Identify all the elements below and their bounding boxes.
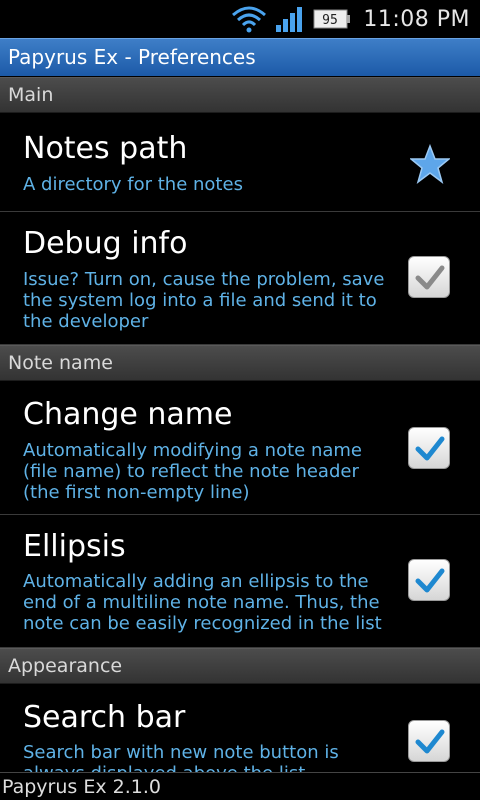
status-bar: 95 11:08 PM bbox=[0, 0, 480, 38]
pref-title: Search bar bbox=[23, 700, 186, 735]
status-icons: 95 11:08 PM bbox=[231, 0, 470, 38]
title-bar: Papyrus Ex - Preferences bbox=[0, 38, 480, 76]
section-header-note-name: Note name bbox=[0, 345, 480, 381]
pref-title: Notes path bbox=[23, 131, 188, 166]
checkmark-icon bbox=[415, 568, 445, 593]
change-name-checkbox[interactable] bbox=[408, 427, 450, 469]
pref-summary: A directory for the notes bbox=[23, 174, 243, 195]
section-header-label: Appearance bbox=[8, 655, 123, 677]
ellipsis-checkbox[interactable] bbox=[408, 559, 450, 601]
pref-summary: Issue? Turn on, cause the problem, save … bbox=[23, 269, 385, 332]
section-header-main: Main bbox=[0, 77, 480, 113]
footer-bar: Papyrus Ex 2.1.0 bbox=[0, 772, 480, 800]
star-icon[interactable] bbox=[410, 144, 450, 184]
section-header-label: Note name bbox=[8, 352, 113, 374]
section-header-label: Main bbox=[8, 84, 54, 106]
section-header-appearance: Appearance bbox=[0, 648, 480, 684]
pref-search-bar[interactable]: Search bar Search bar with new note butt… bbox=[0, 684, 480, 772]
pref-ellipsis[interactable]: Ellipsis Automatically adding an ellipsi… bbox=[0, 515, 480, 648]
battery-level: 95 bbox=[323, 13, 339, 28]
pref-title: Debug info bbox=[23, 226, 188, 261]
pref-title: Ellipsis bbox=[23, 529, 126, 564]
pref-notes-path[interactable]: Notes path A directory for the notes bbox=[0, 113, 480, 212]
pref-change-name[interactable]: Change name Automatically modifying a no… bbox=[0, 381, 480, 515]
checkmark-icon bbox=[415, 436, 445, 461]
clock: 11:08 PM bbox=[363, 6, 470, 32]
wifi-icon bbox=[232, 6, 267, 33]
signal-icon bbox=[276, 7, 303, 32]
battery-icon: 95 bbox=[313, 9, 351, 29]
checkmark-icon bbox=[415, 729, 445, 754]
search-bar-checkbox[interactable] bbox=[408, 720, 450, 762]
pref-summary: Automatically adding an ellipsis to the … bbox=[23, 571, 382, 634]
app-version: Papyrus Ex 2.1.0 bbox=[2, 776, 161, 798]
checkmark-icon bbox=[415, 265, 445, 290]
debug-info-checkbox[interactable] bbox=[408, 256, 450, 298]
app-title: Papyrus Ex - Preferences bbox=[8, 45, 256, 69]
pref-title: Change name bbox=[23, 397, 233, 432]
pref-debug-info[interactable]: Debug info Issue? Turn on, cause the pro… bbox=[0, 212, 480, 345]
pref-summary: Automatically modifying a note name (fil… bbox=[23, 440, 362, 503]
pref-summary: Search bar with new note button is alway… bbox=[23, 742, 339, 772]
